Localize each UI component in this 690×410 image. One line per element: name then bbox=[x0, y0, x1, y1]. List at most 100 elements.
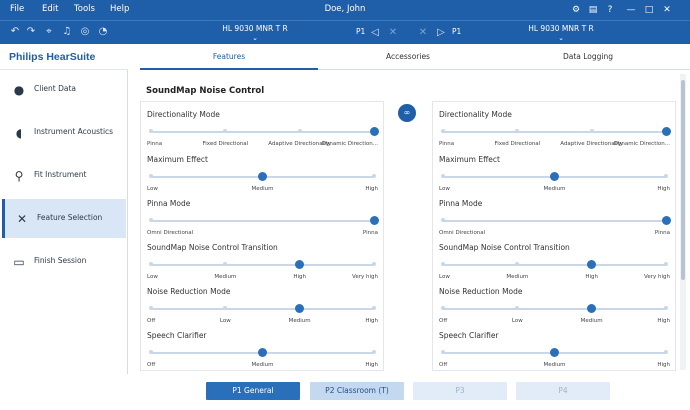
slider-stop[interactable] bbox=[149, 174, 153, 178]
sidebar-item-fit-instrument[interactable]: ⚲ Fit Instrument bbox=[2, 156, 126, 195]
tab-data-logging[interactable]: Data Logging bbox=[498, 44, 678, 70]
speech-clarifier-slider[interactable]: Speech Clarifier Off Medium High bbox=[141, 325, 383, 369]
slider-stop[interactable] bbox=[297, 129, 302, 133]
print-icon[interactable]: ▤ bbox=[586, 3, 600, 17]
music-icon[interactable]: ♫ bbox=[60, 25, 74, 39]
program-p2-button[interactable]: P2 Classroom (T) bbox=[310, 382, 404, 400]
directionality-slider[interactable]: Directionality Mode Pinna Fixed Directiona… bbox=[433, 104, 675, 148]
slider-knob[interactable] bbox=[550, 172, 559, 181]
slider-track[interactable] bbox=[443, 308, 666, 310]
slider-stop[interactable] bbox=[441, 262, 445, 266]
noise-reduction-slider[interactable]: Noise Reduction Mode Off Low Medium High bbox=[433, 281, 675, 325]
slider-knob[interactable] bbox=[369, 216, 379, 225]
program-p1-button[interactable]: P1 General bbox=[206, 382, 300, 400]
max-effect-slider[interactable]: Maximum Effect Low Medium High bbox=[433, 149, 675, 193]
crosshair-icon[interactable]: ⌖ bbox=[42, 25, 56, 39]
pinna-mode-slider[interactable]: Pinna Mode Omni Directional Pinna bbox=[141, 193, 383, 237]
slider-knob[interactable] bbox=[587, 260, 597, 269]
speaker-left-icon[interactable]: ◁ bbox=[368, 26, 382, 40]
slider-track[interactable] bbox=[151, 131, 374, 133]
slider-stop[interactable] bbox=[441, 129, 445, 133]
left-device-chevron-icon[interactable]: ⌄ bbox=[210, 34, 300, 42]
sidebar-item-feature-selection[interactable]: ✕ Feature Selection bbox=[2, 199, 126, 238]
slider-stop[interactable] bbox=[664, 306, 668, 310]
slider-stop[interactable] bbox=[589, 129, 594, 133]
slider-stop[interactable] bbox=[149, 262, 153, 266]
slider-stop[interactable] bbox=[372, 306, 376, 310]
slider-stop[interactable] bbox=[372, 262, 376, 266]
slider-knob[interactable] bbox=[550, 348, 559, 357]
gear-icon[interactable]: ⚙ bbox=[569, 3, 583, 17]
slider-stop[interactable] bbox=[441, 218, 445, 222]
right-device-label[interactable]: HL 9030 MNR T R bbox=[516, 24, 606, 33]
slider-stop[interactable] bbox=[372, 174, 376, 178]
slider-track[interactable] bbox=[151, 264, 374, 266]
slider-track[interactable] bbox=[151, 220, 374, 222]
slider-track[interactable] bbox=[151, 308, 374, 310]
slider-knob[interactable] bbox=[369, 127, 379, 136]
program-p4-button[interactable]: P4 bbox=[516, 382, 610, 400]
sidebar-item-client-data[interactable]: ● Client Data bbox=[2, 70, 126, 109]
tab-features[interactable]: Features bbox=[140, 44, 318, 70]
slider-knob[interactable] bbox=[295, 260, 305, 269]
mute-right-icon[interactable]: ✕ bbox=[416, 26, 430, 40]
sidebar: ● Client Data ◖ Instrument Acoustics ⚲ F… bbox=[0, 70, 128, 410]
close-button[interactable]: ✕ bbox=[660, 3, 674, 17]
target-icon[interactable]: ◎ bbox=[78, 25, 92, 39]
slider-stop[interactable] bbox=[664, 174, 668, 178]
slider-stop-label: Medium bbox=[288, 318, 311, 324]
slider-stop[interactable] bbox=[664, 350, 668, 354]
tab-accessories[interactable]: Accessories bbox=[318, 44, 498, 70]
slider-stop[interactable] bbox=[441, 174, 445, 178]
scrollbar-thumb[interactable] bbox=[681, 80, 685, 280]
program-p3-button[interactable]: P3 bbox=[413, 382, 507, 400]
undo-icon[interactable]: ↶ bbox=[8, 25, 22, 39]
transition-slider[interactable]: SoundMap Noise Control Transition Low Medi… bbox=[433, 237, 675, 281]
slider-stop[interactable] bbox=[149, 350, 153, 354]
redo-icon[interactable]: ↷ bbox=[24, 25, 38, 39]
sidebar-item-instrument-acoustics[interactable]: ◖ Instrument Acoustics bbox=[2, 113, 126, 152]
slider-knob[interactable] bbox=[258, 348, 267, 357]
speech-clarifier-slider[interactable]: Speech Clarifier Off Medium High bbox=[433, 325, 675, 369]
slider-stop[interactable] bbox=[372, 350, 376, 354]
slider-stop[interactable] bbox=[149, 306, 153, 310]
transition-slider[interactable]: SoundMap Noise Control Transition Low Medi… bbox=[141, 237, 383, 281]
maximize-button[interactable]: □ bbox=[642, 3, 656, 17]
slider-knob[interactable] bbox=[258, 172, 267, 181]
sidebar-item-finish-session[interactable]: ▭ Finish Session bbox=[2, 242, 126, 281]
speaker-right-icon[interactable]: ▷ bbox=[434, 26, 448, 40]
slider-stop-label: Low bbox=[147, 186, 158, 192]
tab-bar: Features Accessories Data Logging bbox=[140, 44, 690, 70]
mute-left-icon[interactable]: ✕ bbox=[386, 26, 400, 40]
slider-knob[interactable] bbox=[295, 304, 305, 313]
slider-stop-label: Omni Directional bbox=[439, 230, 486, 236]
slider-stop-label: Very high bbox=[352, 274, 378, 280]
slider-knob[interactable] bbox=[587, 304, 597, 313]
right-device-chevron-icon[interactable]: ⌄ bbox=[516, 34, 606, 42]
max-effect-slider[interactable]: Maximum Effect Low Medium High bbox=[141, 149, 383, 193]
slider-stop[interactable] bbox=[149, 218, 153, 222]
slider-stop[interactable] bbox=[664, 262, 668, 266]
slider-stop-label: High bbox=[657, 186, 670, 192]
slider-track[interactable] bbox=[443, 131, 666, 133]
slider-stop-label: Pinna bbox=[147, 141, 163, 147]
slider-stop[interactable] bbox=[149, 129, 153, 133]
help-icon[interactable]: ? bbox=[603, 3, 617, 17]
slider-stop[interactable] bbox=[441, 350, 445, 354]
link-sides-button[interactable]: ∞ bbox=[398, 104, 416, 122]
slider-track[interactable] bbox=[443, 264, 666, 266]
slider-knob[interactable] bbox=[661, 216, 671, 225]
slider-stop-label: Off bbox=[147, 318, 156, 324]
directionality-slider[interactable]: Directionality Mode Pinna Fixed Directiona… bbox=[141, 104, 383, 148]
slider-stop-label: High bbox=[365, 186, 378, 192]
scrollbar[interactable] bbox=[680, 74, 686, 370]
slider-knob[interactable] bbox=[661, 127, 671, 136]
slider-track[interactable] bbox=[443, 220, 666, 222]
minimize-button[interactable]: — bbox=[624, 3, 638, 17]
slider-stop[interactable] bbox=[441, 306, 445, 310]
slider-stop-label: Dynamic Direction... bbox=[321, 141, 378, 147]
noise-reduction-slider[interactable]: Noise Reduction Mode Off Low Medium High bbox=[141, 281, 383, 325]
left-device-label[interactable]: HL 9030 MNR T R bbox=[210, 24, 300, 33]
pinna-mode-slider[interactable]: Pinna Mode Omni Directional Pinna bbox=[433, 193, 675, 237]
volume-icon[interactable]: ◔ bbox=[96, 25, 110, 39]
